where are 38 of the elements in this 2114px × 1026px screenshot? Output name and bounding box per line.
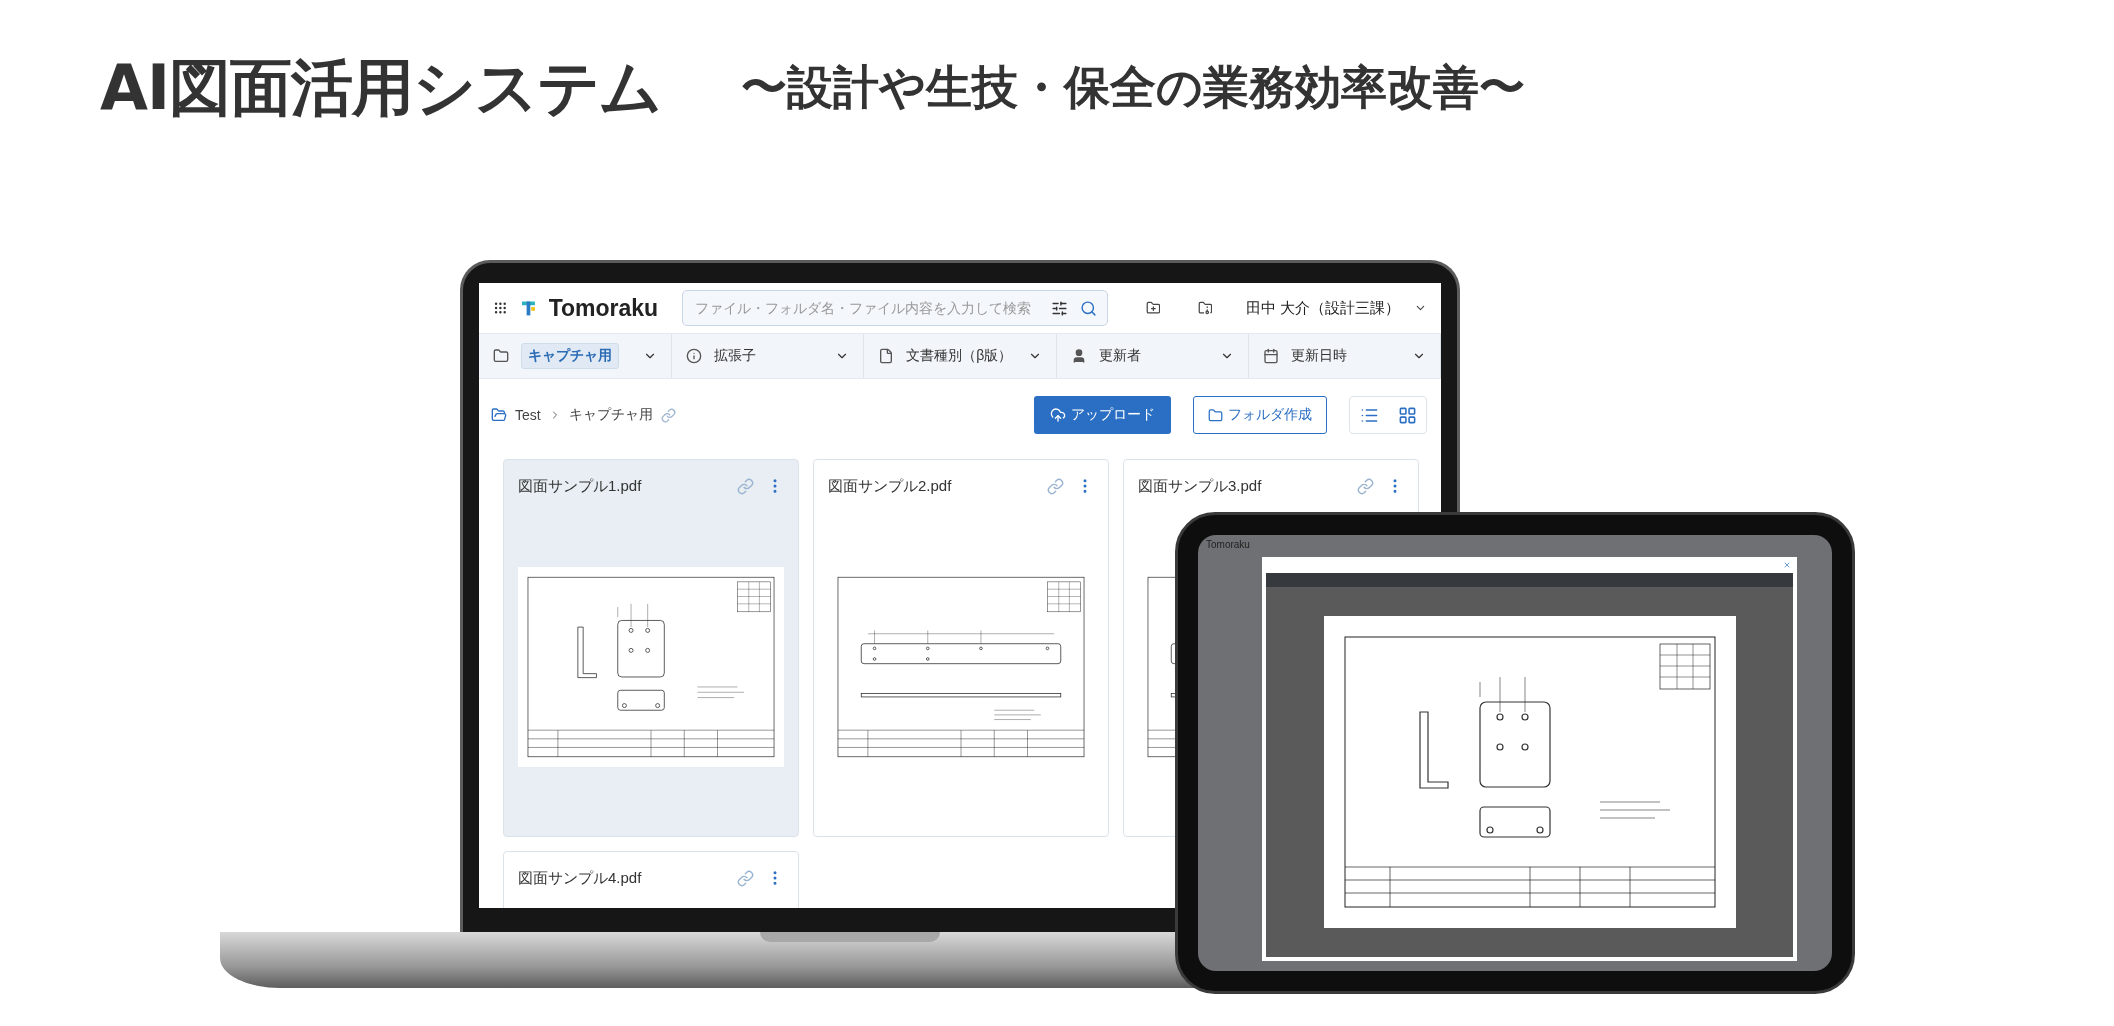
search-input[interactable]: ファイル・フォルダ名・ファイル内容を入力して検索 xyxy=(693,299,1040,317)
file-name: 図面サンプル2.pdf xyxy=(828,476,953,496)
folder-icon xyxy=(493,348,509,364)
tablet-app-name: Tomoraku xyxy=(1206,539,1250,550)
folder-icon xyxy=(1208,407,1223,423)
upload-button[interactable]: アップロード xyxy=(1034,396,1171,434)
filter-label[interactable]: 拡張子 xyxy=(714,347,824,365)
folder-icon xyxy=(491,407,507,423)
filter-icon[interactable] xyxy=(1051,299,1069,317)
search-bar[interactable]: ファイル・フォルダ名・ファイル内容を入力して検索 xyxy=(682,290,1109,326)
breadcrumb-link[interactable]: Test xyxy=(515,407,541,423)
file-card[interactable]: 図面サンプル4.pdf xyxy=(503,851,799,908)
filter-chip[interactable]: キャプチャ用 xyxy=(521,343,619,369)
grid-icon xyxy=(1397,405,1417,425)
filter-label[interactable]: 更新日時 xyxy=(1290,347,1400,365)
close-icon[interactable] xyxy=(1783,561,1791,569)
logo-icon xyxy=(521,299,535,317)
page-subtitle: 〜設計や生技・保全の業務効率改善〜 xyxy=(741,59,1526,116)
cloud-upload-icon xyxy=(1050,407,1066,423)
file-name: 図面サンプル1.pdf xyxy=(518,476,643,496)
app-grid-icon[interactable] xyxy=(493,300,508,316)
breadcrumb-current: キャプチャ用 xyxy=(568,406,653,424)
file-icon xyxy=(878,348,895,364)
search-icon[interactable] xyxy=(1080,299,1098,317)
file-name: 図面サンプル3.pdf xyxy=(1138,476,1263,496)
info-icon xyxy=(686,348,702,364)
folder-archive-icon[interactable] xyxy=(1197,300,1213,316)
filter-label[interactable]: 文書種別（β版） xyxy=(906,347,1016,365)
filter-label[interactable]: 更新者 xyxy=(1098,347,1208,365)
file-card[interactable]: 図面サンプル2.pdf xyxy=(813,459,1109,837)
user-name[interactable]: 田中 大介（設計三課） xyxy=(1245,298,1401,318)
page-title: AI図面活用システム xyxy=(100,50,662,126)
calendar-icon xyxy=(1262,348,1279,364)
create-folder-button[interactable]: フォルダ作成 xyxy=(1193,396,1327,434)
app-name: Tomoraku xyxy=(548,294,659,322)
file-name: 図面サンプル4.pdf xyxy=(518,868,643,888)
file-card[interactable]: 図面サンプル1.pdf xyxy=(503,459,799,837)
folder-plus-icon[interactable] xyxy=(1145,300,1161,316)
